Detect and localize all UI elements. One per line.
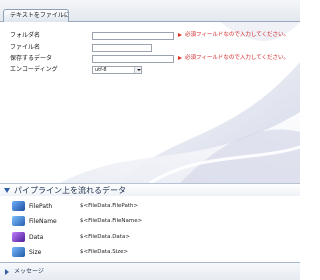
encoding-label: エンコーディング: [10, 66, 58, 73]
data-to-save-label: 保存するデータ: [10, 55, 53, 62]
warning-arrow-icon: [178, 55, 182, 60]
message-panel-title: メッセージ: [14, 268, 44, 275]
folder-required-message: 必須フィールドなので入力してください。: [178, 31, 289, 40]
pipeline-item-name: Size: [29, 249, 42, 256]
warning-arrow-icon: [178, 32, 182, 37]
pipeline-item-value: $<FileData.FilePath>: [80, 203, 139, 209]
pipeline-item-name: FilePath: [29, 203, 53, 210]
chevron-down-icon[interactable]: [134, 67, 141, 73]
variable-icon: [12, 216, 25, 226]
pipeline-item-name: FileName: [29, 218, 57, 225]
pipeline-item[interactable]: FilePath $<FileData.FilePath>: [0, 199, 300, 215]
encoding-value: utf-8: [95, 67, 107, 73]
encoding-select[interactable]: utf-8: [92, 66, 142, 74]
pipeline-item-value: $<FileData.Data>: [80, 234, 130, 240]
variable-icon: [12, 232, 25, 242]
data-to-save-input[interactable]: [92, 55, 174, 63]
variable-icon: [12, 201, 25, 211]
pipeline-item[interactable]: Data $<FileData.Data>: [0, 230, 300, 246]
folder-name-label: フォルダ名: [10, 32, 41, 39]
message-panel-header[interactable]: メッセージ: [0, 262, 300, 280]
collapse-triangle-icon[interactable]: [4, 188, 10, 193]
folder-required-text: 必須フィールドなので入力してください。: [185, 32, 290, 38]
properties-form: フォルダ名 必須フィールドなので入力してください。 ファイル名 保存するデータ …: [0, 22, 300, 183]
tab-save-text-to-file[interactable]: テキストをファイルに...: [3, 9, 69, 22]
expand-triangle-icon[interactable]: [5, 269, 9, 275]
pipeline-item-value: $<FileData.FileName>: [80, 218, 143, 224]
pipeline-panel: FilePath $<FileData.FilePath> FileName $…: [0, 196, 300, 262]
pipeline-panel-title: パイプライン上を流れるデータ: [14, 186, 126, 195]
pipeline-item[interactable]: FileName $<FileData.FileName>: [0, 214, 300, 230]
pipeline-item-value: $<FileData.Size>: [80, 249, 129, 255]
pipeline-panel-header[interactable]: パイプライン上を流れるデータ: [0, 183, 300, 196]
data-required-message: 必須フィールドなので入力してください。: [178, 54, 289, 63]
folder-name-input[interactable]: [92, 32, 174, 40]
variable-icon: [12, 247, 25, 257]
pipeline-item-name: Data: [29, 234, 44, 241]
tab-strip: テキストをファイルに...: [0, 0, 300, 22]
pipeline-item[interactable]: Size $<FileData.Size>: [0, 245, 300, 261]
file-name-label: ファイル名: [10, 44, 41, 51]
file-name-input[interactable]: [92, 44, 152, 52]
data-required-text: 必須フィールドなので入力してください。: [185, 55, 290, 61]
